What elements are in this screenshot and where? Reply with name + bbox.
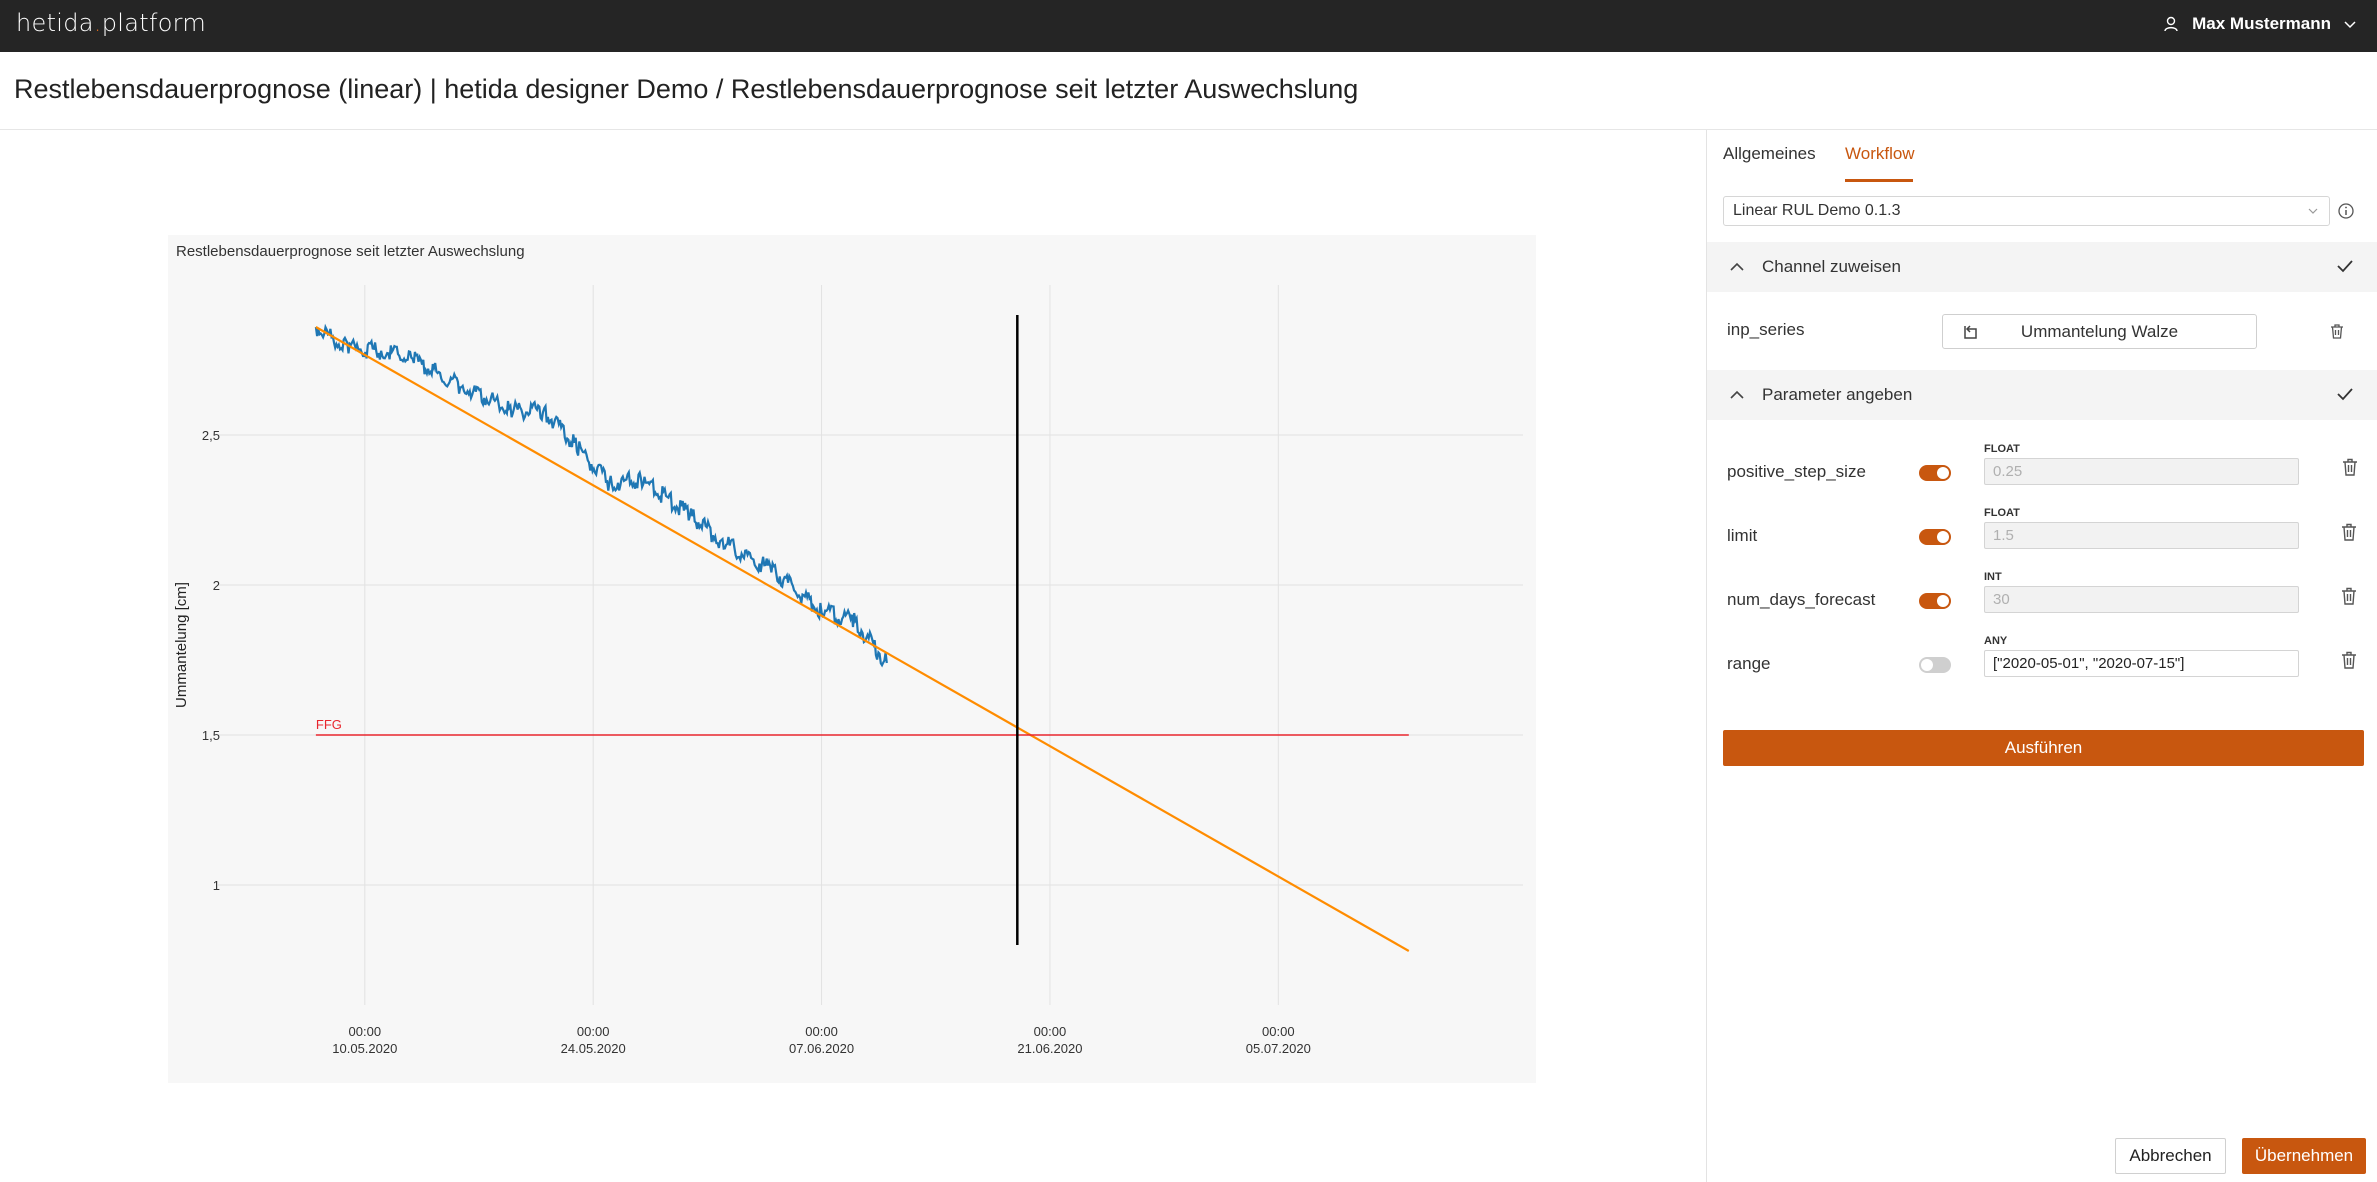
user-menu[interactable]: Max Mustermann [2162,14,2357,34]
x-tick-label: 21.06.2020 [1017,1041,1082,1056]
y-tick-label: 2 [213,578,220,593]
x-tick-time: 00:00 [349,1024,382,1039]
param-toggle[interactable] [1919,593,1951,609]
parameter-section-header[interactable]: Parameter angeben [1707,370,2377,420]
active-tab-indicator [1845,179,1913,182]
line-chart: Restlebensdauerprognose seit letzter Aus… [173,243,1523,1056]
param-name: limit [1727,526,1758,545]
param-toggle[interactable] [1919,529,1951,545]
user-icon [2164,16,2178,32]
side-panel: Allgemeines Workflow Linear RUL Demo 0.1… [1706,130,2377,1182]
param-input[interactable] [1984,586,2299,613]
toggle-knob [1921,659,1933,671]
title-bar: Restlebensdauerprognose (linear) | hetid… [0,52,2377,130]
y-tick-label: 1 [213,878,220,893]
parameter-section-label: Parameter angeben [1762,385,1913,404]
x-tick-time: 00:00 [805,1024,838,1039]
tab-allgemeines[interactable]: Allgemeines [1723,144,1816,164]
x-tick-label: 24.05.2020 [561,1041,626,1056]
trash-icon[interactable] [2341,457,2359,477]
workflow-select[interactable]: Linear RUL Demo 0.1.3 [1723,196,2330,226]
check-icon [2337,388,2353,401]
x-tick-time: 00:00 [1034,1024,1067,1039]
param-toggle[interactable] [1919,465,1951,481]
param-input[interactable] [1984,458,2299,485]
channel-value: Ummantelung Walze [2020,322,2179,341]
param-name: range [1727,654,1771,673]
channel-section-header[interactable]: Channel zuweisen [1707,242,2377,292]
param-name: positive_step_size [1727,462,1866,481]
channel-assign-button[interactable]: Ummantelung Walze [1942,314,2257,349]
x-tick-label: 07.06.2020 [789,1041,854,1056]
x-tick-label: 05.07.2020 [1246,1041,1311,1056]
chevron-down-icon [2344,21,2356,29]
info-icon[interactable] [2336,201,2356,221]
apply-button[interactable]: Übernehmen [2242,1138,2366,1174]
chart-area: Restlebensdauerprognose seit letzter Aus… [168,235,1536,1083]
app-logo[interactable]: hetida.platform [16,9,206,37]
param-input[interactable] [1984,650,2299,677]
toggle-knob [1937,531,1949,543]
page-title: Restlebensdauerprognose (linear) | hetid… [14,74,1359,104]
x-tick-label: 10.05.2020 [332,1041,397,1056]
chevron-up-icon [1730,390,1744,399]
chevron-up-icon [1730,262,1744,271]
param-toggle[interactable] [1919,657,1951,673]
param-name: num_days_forecast [1727,590,1876,609]
x-tick-time: 00:00 [577,1024,610,1039]
series-label: FFG [316,717,342,732]
chevron-down-icon [2308,208,2318,214]
y-axis-label: Ummantelung [cm] [173,582,190,708]
param-type: FLOAT [1984,443,2020,455]
panel-tabs: Allgemeines Workflow [1707,130,2377,182]
chart-title: Restlebensdauerprognose seit letzter Aus… [176,243,525,260]
undo-arrow-icon [1964,325,1977,339]
channel-section-label: Channel zuweisen [1762,257,1901,276]
toggle-knob [1937,467,1949,479]
top-bar: hetida.platform Max Mustermann [0,0,2377,52]
trash-icon[interactable] [2340,650,2358,670]
trash-icon[interactable] [2340,586,2358,606]
param-input[interactable] [1984,522,2299,549]
toggle-knob [1937,595,1949,607]
series-line-trend [315,326,1410,952]
param-type: FLOAT [1984,507,2020,519]
y-tick-label: 2,5 [202,428,220,443]
trash-icon[interactable] [2340,522,2358,542]
workflow-select-value: Linear RUL Demo 0.1.3 [1733,202,1901,219]
trash-icon[interactable] [2329,323,2345,340]
check-icon [2337,260,2353,273]
series-line-measurement [314,323,888,668]
x-tick-time: 00:00 [1262,1024,1295,1039]
run-button[interactable]: Ausführen [1723,730,2364,766]
y-tick-label: 1,5 [202,728,220,743]
cancel-button[interactable]: Abbrechen [2115,1138,2226,1174]
channel-input-label: inp_series [1727,320,1805,339]
param-type: INT [1984,571,2002,583]
tab-workflow[interactable]: Workflow [1845,144,1915,164]
param-type: ANY [1984,635,2008,647]
user-name: Max Mustermann [2192,14,2331,33]
